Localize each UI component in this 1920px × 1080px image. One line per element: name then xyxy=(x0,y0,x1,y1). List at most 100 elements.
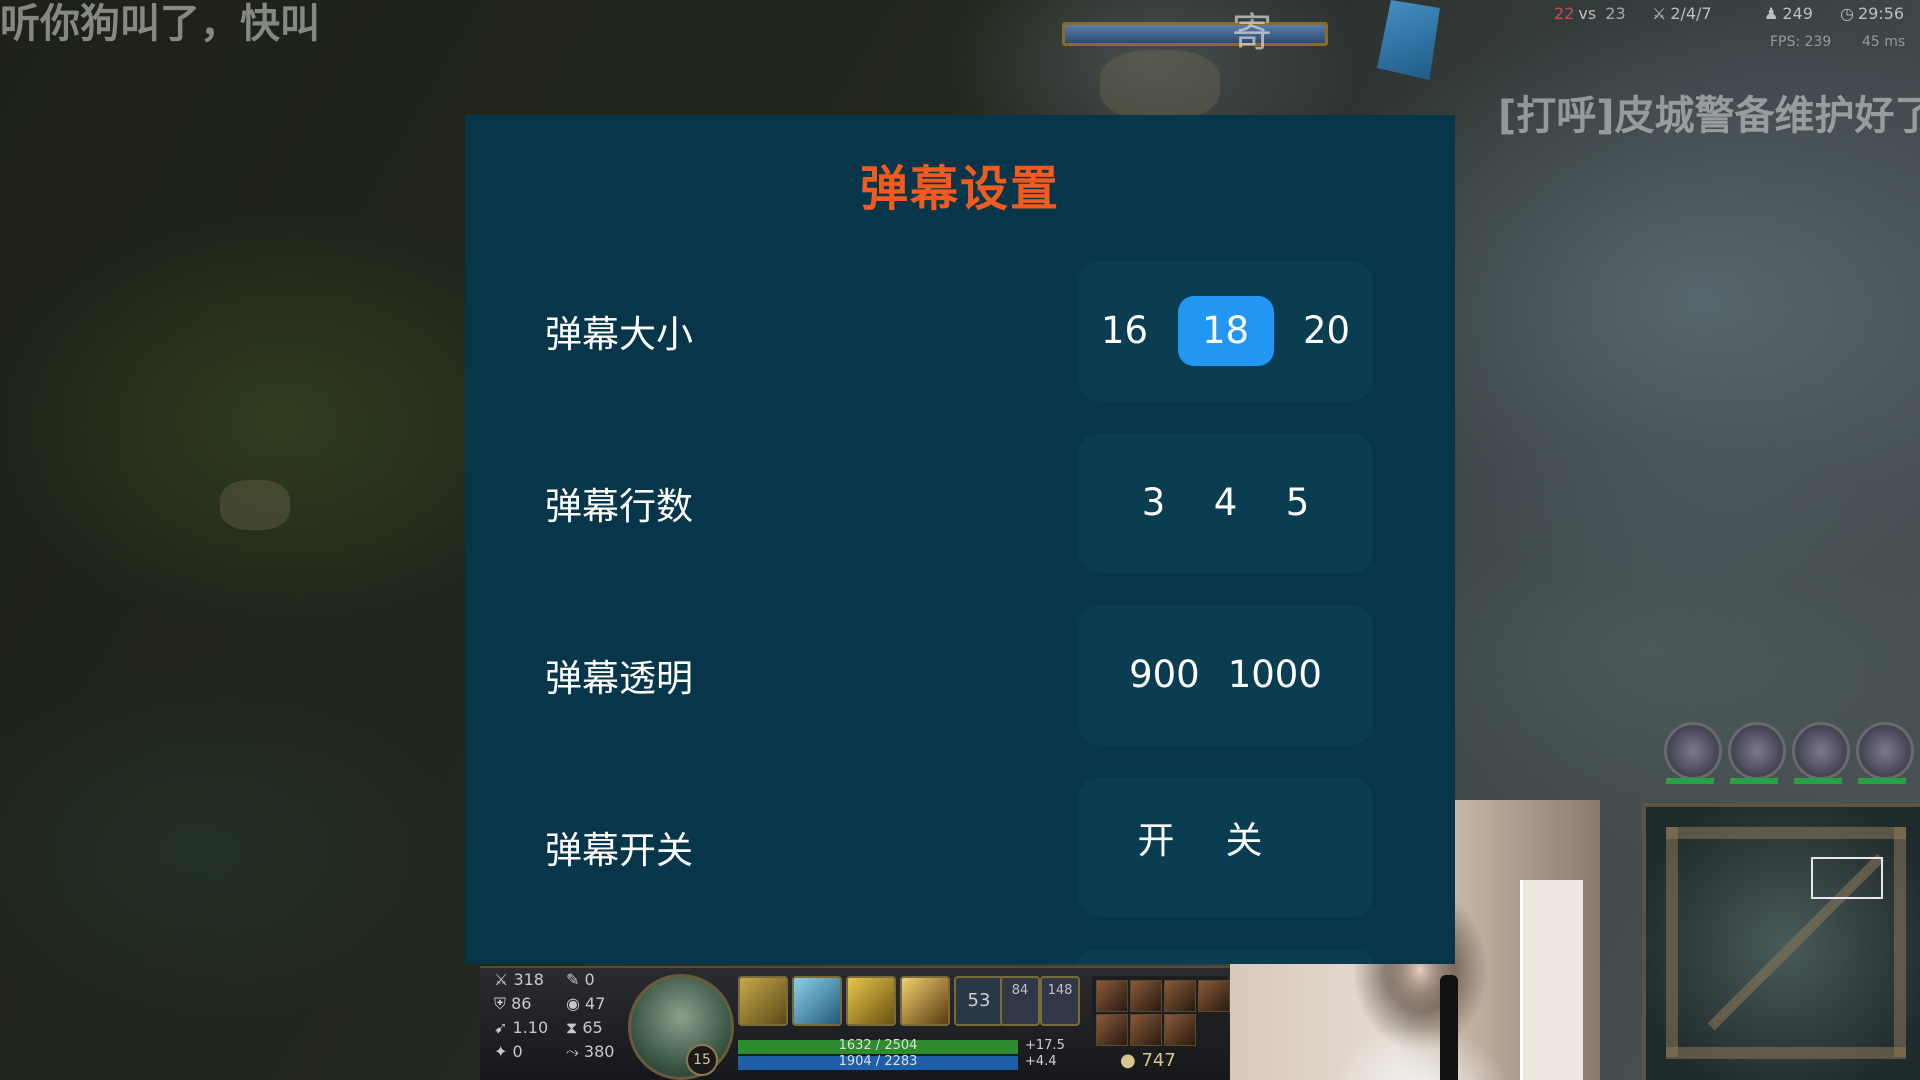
ping-readout: 45 ms xyxy=(1862,34,1906,50)
hp-regen: +17.5 xyxy=(1025,1038,1065,1053)
minion-icon: ♟ xyxy=(1764,4,1779,23)
size-option-20[interactable]: 20 xyxy=(1282,296,1372,366)
summoner-spell-f[interactable]: 84 xyxy=(1000,976,1040,1026)
summoner-spell-extra[interactable]: 148 xyxy=(1040,976,1080,1026)
kill-score: 22 vs 23 xyxy=(1554,4,1630,23)
size-option-group: 16 18 20 xyxy=(1078,261,1373,401)
time-value: 29:56 xyxy=(1857,4,1905,23)
danmaku-settings-dialog: 弹幕设置 弹幕大小 16 18 20 弹幕行数 3 4 5 弹幕透明 900 1… xyxy=(465,115,1455,964)
toggle-option-on[interactable]: 开 xyxy=(1124,806,1188,876)
item-slot[interactable] xyxy=(1130,980,1162,1012)
health-bar: 1632 / 2504 xyxy=(738,1038,1018,1054)
fps-readout: FPS: 239 xyxy=(1770,34,1832,50)
item-slot[interactable] xyxy=(1164,1014,1196,1046)
dialog-title: 弹幕设置 xyxy=(859,161,1060,217)
armor-icon: ⛨ xyxy=(494,994,512,1013)
minimap[interactable] xyxy=(1642,803,1920,1080)
stat-cooldown: ⧗ 65 xyxy=(566,1016,614,1040)
stat-value: 65 xyxy=(582,1018,603,1037)
stat-value: 318 xyxy=(513,970,544,989)
lines-option-group: 3 4 5 xyxy=(1078,433,1373,573)
champion-portrait[interactable] xyxy=(628,974,734,1080)
setting-row-lines: 弹幕行数 3 4 5 xyxy=(465,433,1455,573)
regen-readout: +17.5 +4.4 xyxy=(1025,1038,1065,1070)
item-slot[interactable] xyxy=(1096,1014,1128,1046)
clock-icon: ◷ xyxy=(1840,4,1854,23)
ability-r[interactable] xyxy=(900,976,950,1026)
boot-icon: ⤳ xyxy=(566,1042,584,1061)
time-readout: ◷ 29:56 xyxy=(1840,4,1908,23)
teammate-portraits xyxy=(1660,722,1920,792)
stat-value: 47 xyxy=(585,994,606,1013)
stat-attack-speed: ➹ 1.10 xyxy=(494,1016,548,1040)
stat-value: 1.10 xyxy=(512,1018,549,1037)
sword-icon: ⚔ xyxy=(1652,4,1667,23)
teammate-portrait[interactable] xyxy=(1728,722,1786,780)
health-text: 1632 / 2504 xyxy=(838,1038,918,1053)
stat-crit: ✦ 0 xyxy=(494,1040,548,1064)
objective-health-bar xyxy=(1062,22,1328,46)
attack-speed-icon: ➹ xyxy=(494,1018,513,1037)
minimap-lane xyxy=(1666,827,1678,1057)
gold-readout: ● 747 xyxy=(1120,1050,1176,1071)
teammate-health xyxy=(1666,778,1714,784)
ability-q[interactable] xyxy=(738,976,788,1026)
setting-row-size: 弹幕大小 16 18 20 xyxy=(465,261,1455,401)
ability-w[interactable] xyxy=(792,976,842,1026)
lines-option-4[interactable]: 4 xyxy=(1194,468,1258,538)
teammate-health xyxy=(1730,778,1778,784)
stat-magic-resist: ◉ 47 xyxy=(566,992,614,1016)
champion-level: 15 xyxy=(686,1044,718,1076)
attack-icon: ⚔ xyxy=(494,970,514,989)
toggle-option-group: 开 关 xyxy=(1078,777,1373,917)
mana-text: 1904 / 2283 xyxy=(838,1054,918,1069)
teammate-health xyxy=(1858,778,1906,784)
gold-value: 747 xyxy=(1141,1050,1176,1071)
lines-option-3[interactable]: 3 xyxy=(1122,468,1186,538)
game-scenery-rock xyxy=(220,480,290,530)
item-slot[interactable] xyxy=(1130,1014,1162,1046)
opacity-option-1000[interactable]: 1000 xyxy=(1218,640,1332,710)
danmaku-comment: 听你狗叫了，快叫 xyxy=(0,1,320,47)
mp-regen: +4.4 xyxy=(1025,1054,1057,1069)
stat-value: 380 xyxy=(583,1042,615,1061)
item-slot[interactable] xyxy=(1096,980,1128,1012)
teammate-portrait[interactable] xyxy=(1664,722,1722,780)
champion-hud: ⚔ 318 ⛨ 86 ➹ 1.10 ✦ 0 ✎ 0 ◉ 47 ⧗ 65 ⤳ 38… xyxy=(480,966,1230,1080)
mana-bar: 1904 / 2283 xyxy=(738,1054,1018,1070)
opacity-option-group: 900 1000 xyxy=(1078,605,1373,745)
setting-label-lines: 弹幕行数 xyxy=(545,485,693,528)
summoner-spell-d[interactable]: 53 xyxy=(954,976,1004,1026)
minimap-lane xyxy=(1666,1047,1906,1059)
ability-power-icon: ✎ xyxy=(566,970,585,989)
magic-resist-icon: ◉ xyxy=(566,994,586,1013)
toggle-option-off[interactable]: 关 xyxy=(1212,806,1276,876)
coin-icon: ● xyxy=(1120,1050,1142,1071)
item-slot[interactable] xyxy=(1164,980,1196,1012)
opacity-option-900[interactable]: 900 xyxy=(1119,640,1210,710)
minimap-lane xyxy=(1894,827,1906,1057)
setting-label-opacity: 弹幕透明 xyxy=(545,657,693,700)
setting-label-size: 弹幕大小 xyxy=(545,313,693,356)
ability-e[interactable] xyxy=(846,976,896,1026)
size-option-18[interactable]: 18 xyxy=(1177,296,1274,366)
teammate-portrait[interactable] xyxy=(1856,722,1914,780)
stat-value: 86 xyxy=(511,994,532,1013)
setting-label-toggle: 弹幕开关 xyxy=(545,829,693,872)
microphone xyxy=(1440,975,1458,1080)
item-slot[interactable] xyxy=(1198,980,1230,1012)
minimap-camera-view[interactable] xyxy=(1811,857,1883,899)
overlay-character: 寄 xyxy=(1232,10,1272,56)
stat-value: 0 xyxy=(512,1042,523,1061)
size-option-16[interactable]: 16 xyxy=(1080,296,1170,366)
stat-value: 0 xyxy=(584,970,595,989)
score-vs: vs xyxy=(1578,4,1597,23)
stats-column-right: ✎ 0 ◉ 47 ⧗ 65 ⤳ 380 xyxy=(566,968,614,1064)
crit-icon: ✦ xyxy=(494,1042,513,1061)
game-scenery-rock xyxy=(1100,50,1220,120)
teammate-portrait[interactable] xyxy=(1792,722,1850,780)
stat-move-speed: ⤳ 380 xyxy=(566,1040,614,1064)
cs-readout: ♟ 249 xyxy=(1764,4,1817,23)
lines-option-5[interactable]: 5 xyxy=(1266,468,1330,538)
item-inventory xyxy=(1092,976,1230,1046)
